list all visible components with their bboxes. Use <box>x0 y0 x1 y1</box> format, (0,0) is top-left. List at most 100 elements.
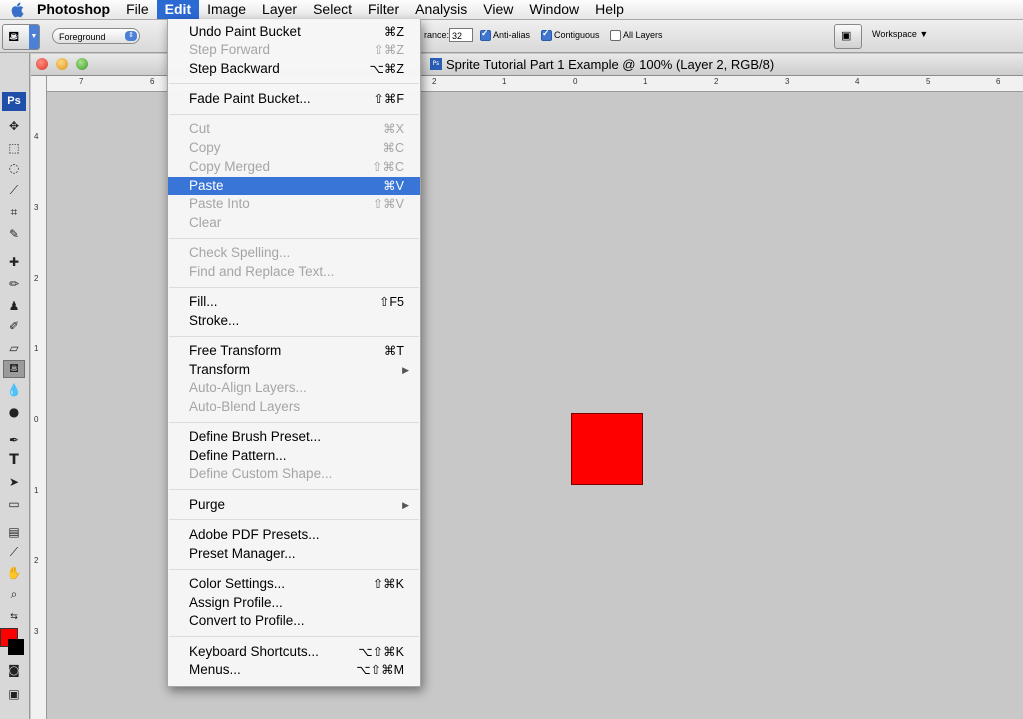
minimize-button[interactable] <box>56 58 68 70</box>
menu-layer[interactable]: Layer <box>254 0 305 19</box>
eraser-tool-icon[interactable]: ▱ <box>3 339 25 357</box>
workspace-menu[interactable]: Workspace ▼ <box>872 29 928 39</box>
brush-tool-icon[interactable]: ✏ <box>3 275 25 293</box>
tool-preset-picker[interactable]: ⛾ ▼ <box>2 24 40 50</box>
ruler-label: 6 <box>150 77 155 86</box>
apple-menu-icon[interactable] <box>9 1 25 18</box>
menu-item-define-brush-preset[interactable]: Define Brush Preset... <box>168 428 420 446</box>
menu-item-shortcut: ⇧⌘C <box>371 160 404 174</box>
menu-item-free-transform[interactable]: Free Transform ⌘T <box>168 342 420 360</box>
menu-item-label: Undo Paint Bucket <box>189 24 301 39</box>
menu-item-clear: Clear <box>168 214 420 232</box>
menu-item-label: Define Brush Preset... <box>189 429 322 444</box>
menu-item-preset-manager[interactable]: Preset Manager... <box>168 545 420 563</box>
menu-item-convert-to-profile[interactable]: Convert to Profile... <box>168 612 420 630</box>
paint-bucket-tool-icon[interactable]: ⛾ <box>3 360 25 378</box>
zoom-button[interactable] <box>76 58 88 70</box>
menu-item-fill[interactable]: Fill... ⇧F5 <box>168 293 420 311</box>
menu-image[interactable]: Image <box>199 0 254 19</box>
quick-mask-icon[interactable]: ◙ <box>3 661 25 679</box>
paint-bucket-icon: ⛾ <box>8 28 20 44</box>
menu-item-menus[interactable]: Menus... ⌥⇧⌘M <box>168 661 420 679</box>
rectangle-tool-icon[interactable]: ▭ <box>3 495 25 513</box>
menu-item-keyboard-shortcuts[interactable]: Keyboard Shortcuts... ⌥⇧⌘K <box>168 643 420 661</box>
menu-item-label: Check Spelling... <box>189 245 291 260</box>
ruler-label: 7 <box>79 77 84 86</box>
anti-alias-checkbox[interactable] <box>480 28 491 41</box>
eyedropper-tool-icon[interactable]: ⟋ <box>3 543 25 561</box>
menu-item-stroke[interactable]: Stroke... <box>168 312 420 330</box>
history-brush-tool-icon[interactable]: ✐ <box>3 317 25 335</box>
notes-tool-icon[interactable]: ▤ <box>3 523 25 541</box>
close-button[interactable] <box>36 58 48 70</box>
menu-item-color-settings[interactable]: Color Settings... ⇧⌘K <box>168 575 420 593</box>
vertical-ruler[interactable]: 4 3 2 1 0 1 2 3 <box>31 76 47 719</box>
menu-separator <box>169 636 419 637</box>
bridge-button[interactable]: ▣ <box>834 24 862 49</box>
menu-item-paste[interactable]: Paste ⌘V <box>168 177 420 195</box>
screen-mode-icon[interactable]: ▣ <box>3 685 25 703</box>
menu-file[interactable]: File <box>118 0 157 19</box>
menu-separator <box>169 489 419 490</box>
swap-colors-icon[interactable]: ⇆ <box>3 608 25 626</box>
menu-item-fade-paint-bucket[interactable]: Fade Paint Bucket... ⇧⌘F <box>168 90 420 108</box>
document-title: Sprite Tutorial Part 1 Example @ 100% (L… <box>446 57 775 72</box>
menu-item-label: Preset Manager... <box>189 546 296 561</box>
marquee-tool-icon[interactable]: ⬚ <box>3 139 25 157</box>
menu-view[interactable]: View <box>475 0 521 19</box>
path-selection-tool-icon[interactable]: ➤ <box>3 473 25 491</box>
menu-edit[interactable]: Edit <box>156 0 200 19</box>
blur-tool-icon[interactable]: 💧 <box>3 381 25 399</box>
menu-item-label: Fill... <box>189 294 218 309</box>
healing-brush-tool-icon[interactable]: ✚ <box>3 253 25 271</box>
menu-item-assign-profile[interactable]: Assign Profile... <box>168 594 420 612</box>
all-layers-checkbox[interactable] <box>610 30 621 41</box>
menu-item-label: Convert to Profile... <box>189 613 305 628</box>
tolerance-label: rance: <box>424 30 450 40</box>
menu-item-define-pattern[interactable]: Define Pattern... <box>168 447 420 465</box>
red-square-layer[interactable] <box>571 413 643 485</box>
zoom-tool-icon[interactable]: ⌕ <box>3 585 25 603</box>
ruler-label: 1 <box>643 77 648 86</box>
crop-tool-icon[interactable]: ⌗ <box>3 203 25 221</box>
dodge-tool-icon[interactable]: ● <box>3 403 25 421</box>
menu-item-label: Paste Into <box>189 196 250 211</box>
lasso-tool-icon[interactable]: ◌ <box>3 159 25 177</box>
menu-separator <box>169 422 419 423</box>
menu-item-label: Menus... <box>189 662 241 677</box>
menu-analysis[interactable]: Analysis <box>407 0 475 19</box>
menu-item-label: Color Settings... <box>189 576 286 591</box>
clone-stamp-tool-icon[interactable]: ♟ <box>3 297 25 315</box>
ruler-label: 3 <box>785 77 790 86</box>
menu-separator <box>169 569 419 570</box>
menu-item-label: Find and Replace Text... <box>189 264 335 279</box>
options-bar: ⛾ ▼ Foreground ⇕ rance: 32 Anti-alias Co… <box>0 20 1023 53</box>
type-tool-icon[interactable]: T <box>3 451 25 469</box>
menu-item-transform[interactable]: Transform ▶ <box>168 361 420 379</box>
menu-filter[interactable]: Filter <box>360 0 407 19</box>
ruler-label: 2 <box>34 556 39 565</box>
menu-item-undo-paint-bucket[interactable]: Undo Paint Bucket ⌘Z <box>168 23 420 41</box>
menu-item-label: Transform <box>189 362 251 377</box>
pen-tool-icon[interactable]: ✒ <box>3 431 25 449</box>
hand-tool-icon[interactable]: ✋ <box>3 564 25 582</box>
menu-item-label: Free Transform <box>189 343 282 358</box>
menu-item-label: Step Backward <box>189 61 280 76</box>
background-color-swatch[interactable] <box>8 639 24 655</box>
menu-window[interactable]: Window <box>521 0 587 19</box>
menu-item-step-backward[interactable]: Step Backward ⌥⌘Z <box>168 60 420 78</box>
menu-select[interactable]: Select <box>305 0 360 19</box>
slice-tool-icon[interactable]: ✎ <box>3 225 25 243</box>
menu-item-purge[interactable]: Purge ▶ <box>168 496 420 514</box>
menu-item-adobe-pdf-presets[interactable]: Adobe PDF Presets... <box>168 526 420 544</box>
ruler-label: 0 <box>573 77 578 86</box>
contiguous-label: Contiguous <box>554 30 600 40</box>
magic-wand-tool-icon[interactable]: ⟋ <box>3 181 25 199</box>
contiguous-checkbox[interactable] <box>541 28 552 41</box>
menu-photoshop[interactable]: Photoshop <box>33 0 118 19</box>
fill-source-select[interactable]: Foreground ⇕ <box>52 28 140 44</box>
menu-item-shortcut: ⇧⌘V <box>372 197 404 211</box>
menu-help[interactable]: Help <box>587 0 632 19</box>
tolerance-input[interactable]: 32 <box>449 28 473 42</box>
move-tool-icon[interactable]: ✥ <box>3 117 25 135</box>
